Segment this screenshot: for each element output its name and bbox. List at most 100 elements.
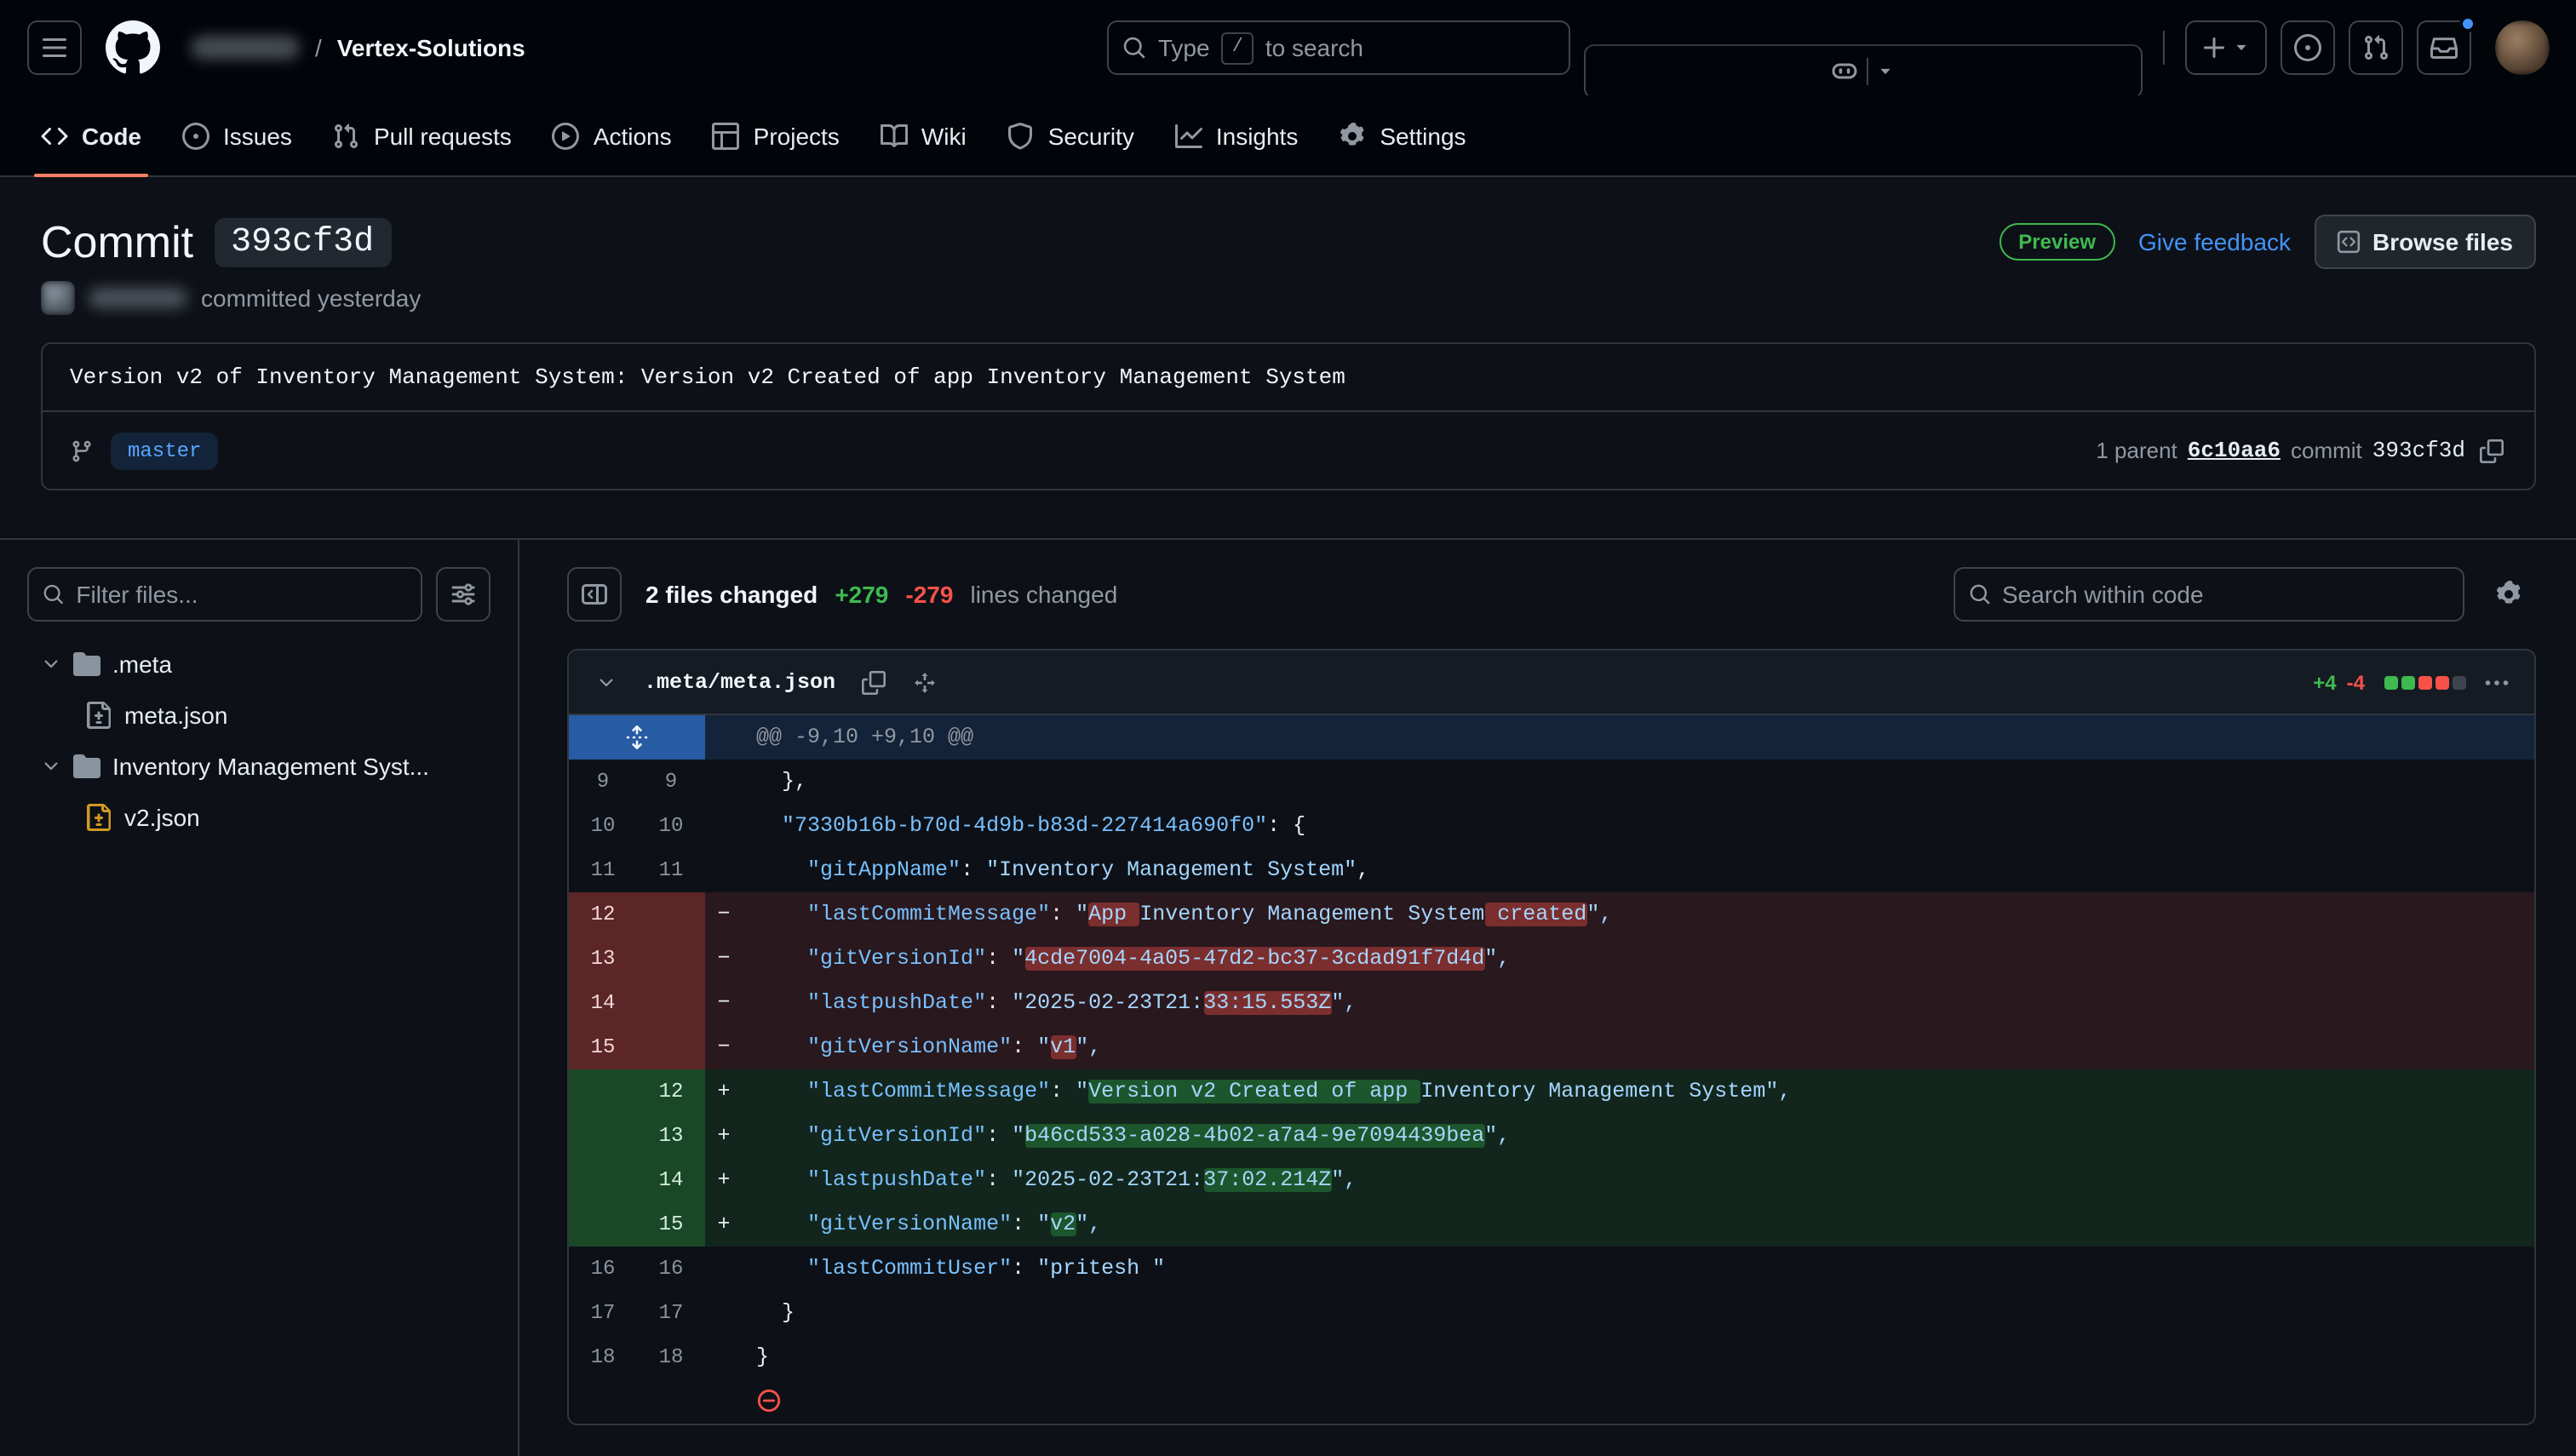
new-line-number[interactable]: 16	[637, 1247, 705, 1291]
diff-code: }	[743, 1291, 2533, 1335]
obscured-username[interactable]	[191, 36, 300, 60]
old-line-number[interactable]: 10	[569, 804, 637, 848]
hunk-range-text: @@ -9,10 +9,10 @@	[743, 715, 2533, 760]
repo-nav: CodeIssuesPull requestsActions Projects Wi…	[0, 95, 2576, 177]
diffstat-block-neutral	[2452, 675, 2465, 689]
tab-actions[interactable]: Actions	[539, 95, 686, 175]
tab-pull-requests[interactable]: Pull requests	[319, 95, 525, 175]
tab-wiki[interactable]: Wiki	[867, 95, 980, 175]
commit-author-row: committed yesterday	[41, 281, 2535, 315]
copy-path-button[interactable]	[852, 662, 893, 702]
old-line-number[interactable]	[569, 1158, 637, 1202]
tab-insights[interactable]: Insights	[1162, 95, 1312, 175]
tree-file-v2-json[interactable]: v2.json	[27, 792, 491, 843]
issues-dashboard-button[interactable]	[2280, 20, 2334, 75]
expand-hunk-button[interactable]	[569, 715, 705, 760]
repo-name-link[interactable]: Vertex-Solutions	[337, 34, 525, 61]
chevron-down-icon	[2233, 39, 2250, 56]
old-line-number[interactable]	[569, 1114, 637, 1158]
github-logo[interactable]	[106, 20, 160, 75]
old-line-number[interactable]: 14	[569, 981, 637, 1025]
user-avatar[interactable]	[2494, 20, 2549, 75]
tree-folder--meta[interactable]: .meta	[27, 639, 491, 690]
diff-line-11: 1111 "gitAppName": "Inventory Management…	[569, 848, 2533, 892]
three-bars-icon	[41, 34, 68, 61]
old-line-number[interactable]: 17	[569, 1291, 637, 1335]
copy-icon	[861, 670, 885, 694]
browse-files-button[interactable]: Browse files	[2315, 215, 2535, 269]
tree-item-label: Inventory Management Syst...	[112, 753, 429, 780]
global-search-button[interactable]: Type / to search	[1107, 20, 1570, 75]
inbox-icon	[2430, 34, 2457, 61]
collapse-file-tree-button[interactable]	[567, 567, 622, 622]
copy-sha-button[interactable]	[2476, 435, 2506, 466]
shield-icon	[1007, 122, 1035, 149]
branch-label[interactable]: master	[111, 432, 218, 469]
git-branch-icon	[70, 439, 94, 462]
new-line-number[interactable]: 9	[637, 760, 705, 804]
copilot-menu-button[interactable]	[1584, 44, 2142, 99]
old-line-number[interactable]: 15	[569, 1025, 637, 1069]
old-line-number[interactable]: 16	[569, 1247, 637, 1291]
code-icon	[41, 122, 68, 149]
diff-line-12: 12+ "lastCommitMessage": "Version v2 Cre…	[569, 1069, 2533, 1114]
diff-code: }	[743, 1335, 2533, 1379]
tab-projects[interactable]: Projects	[699, 95, 853, 175]
diff-settings-button[interactable]	[2481, 567, 2535, 622]
search-within-code-input[interactable]	[2002, 581, 2448, 608]
create-new-button[interactable]	[2184, 20, 2266, 75]
lines-changed-label: lines changed	[970, 581, 1117, 608]
plus-icon	[2200, 34, 2228, 61]
old-line-number[interactable]: 12	[569, 892, 637, 937]
filter-files-input[interactable]	[76, 581, 407, 608]
new-line-number[interactable]: 11	[637, 848, 705, 892]
commit-message: Version v2 of Inventory Management Syste…	[43, 344, 2533, 410]
tab-label: Projects	[754, 122, 840, 149]
hunk-header-row: @@ -9,10 +9,10 @@	[569, 715, 2533, 760]
new-line-number[interactable]: 15	[637, 1202, 705, 1247]
diff-code: },	[743, 760, 2533, 804]
file-filter-button[interactable]	[436, 567, 491, 622]
new-line-number[interactable]	[637, 892, 705, 937]
new-line-number[interactable]: 14	[637, 1158, 705, 1202]
diff-marker: +	[705, 1114, 743, 1158]
new-line-number[interactable]	[637, 981, 705, 1025]
github-mark-icon	[106, 20, 160, 75]
gear-icon	[1339, 122, 1366, 149]
tab-code[interactable]: Code	[27, 95, 155, 175]
drag-handle[interactable]	[904, 662, 944, 702]
new-line-number[interactable]: 12	[637, 1069, 705, 1114]
inbox-button[interactable]	[2416, 20, 2470, 75]
diff-marker: −	[705, 892, 743, 937]
new-line-number[interactable]: 18	[637, 1335, 705, 1379]
diff-marker	[705, 1247, 743, 1291]
author-avatar[interactable]	[41, 281, 75, 315]
old-line-number[interactable]: 18	[569, 1335, 637, 1379]
tree-folder-inventory-management-syst-[interactable]: Inventory Management Syst...	[27, 741, 491, 792]
pull-requests-dashboard-button[interactable]	[2348, 20, 2402, 75]
diff-pane: 2 files changed +279 -279 lines changed …	[519, 540, 2576, 1456]
old-line-number[interactable]	[569, 1069, 637, 1114]
new-line-number[interactable]: 13	[637, 1114, 705, 1158]
new-line-number[interactable]	[637, 937, 705, 981]
diff-code: "lastpushDate": "2025-02-23T21:33:15.553…	[743, 981, 2533, 1025]
file-options-button[interactable]	[2476, 662, 2516, 702]
old-line-number[interactable]: 13	[569, 937, 637, 981]
new-line-number[interactable]: 17	[637, 1291, 705, 1335]
chevron-down-icon	[41, 654, 61, 674]
diff-code: "7330b16b-b70d-4d9b-b83d-227414a690f0": …	[743, 804, 2533, 848]
tree-file-meta-json[interactable]: meta.json	[27, 690, 491, 741]
hamburger-menu-button[interactable]	[27, 20, 82, 75]
old-line-number[interactable]	[569, 1202, 637, 1247]
collapse-diff-button[interactable]	[586, 662, 627, 702]
old-line-number[interactable]: 9	[569, 760, 637, 804]
old-line-number[interactable]: 11	[569, 848, 637, 892]
new-line-number[interactable]: 10	[637, 804, 705, 848]
new-line-number[interactable]	[637, 1025, 705, 1069]
give-feedback-link[interactable]: Give feedback	[2138, 228, 2291, 255]
tab-issues[interactable]: Issues	[169, 95, 306, 175]
move-icon	[912, 670, 936, 694]
tab-settings[interactable]: Settings	[1325, 95, 1479, 175]
tab-security[interactable]: Security	[994, 95, 1148, 175]
parent-sha-link[interactable]: 6c10aa6	[2188, 438, 2281, 463]
